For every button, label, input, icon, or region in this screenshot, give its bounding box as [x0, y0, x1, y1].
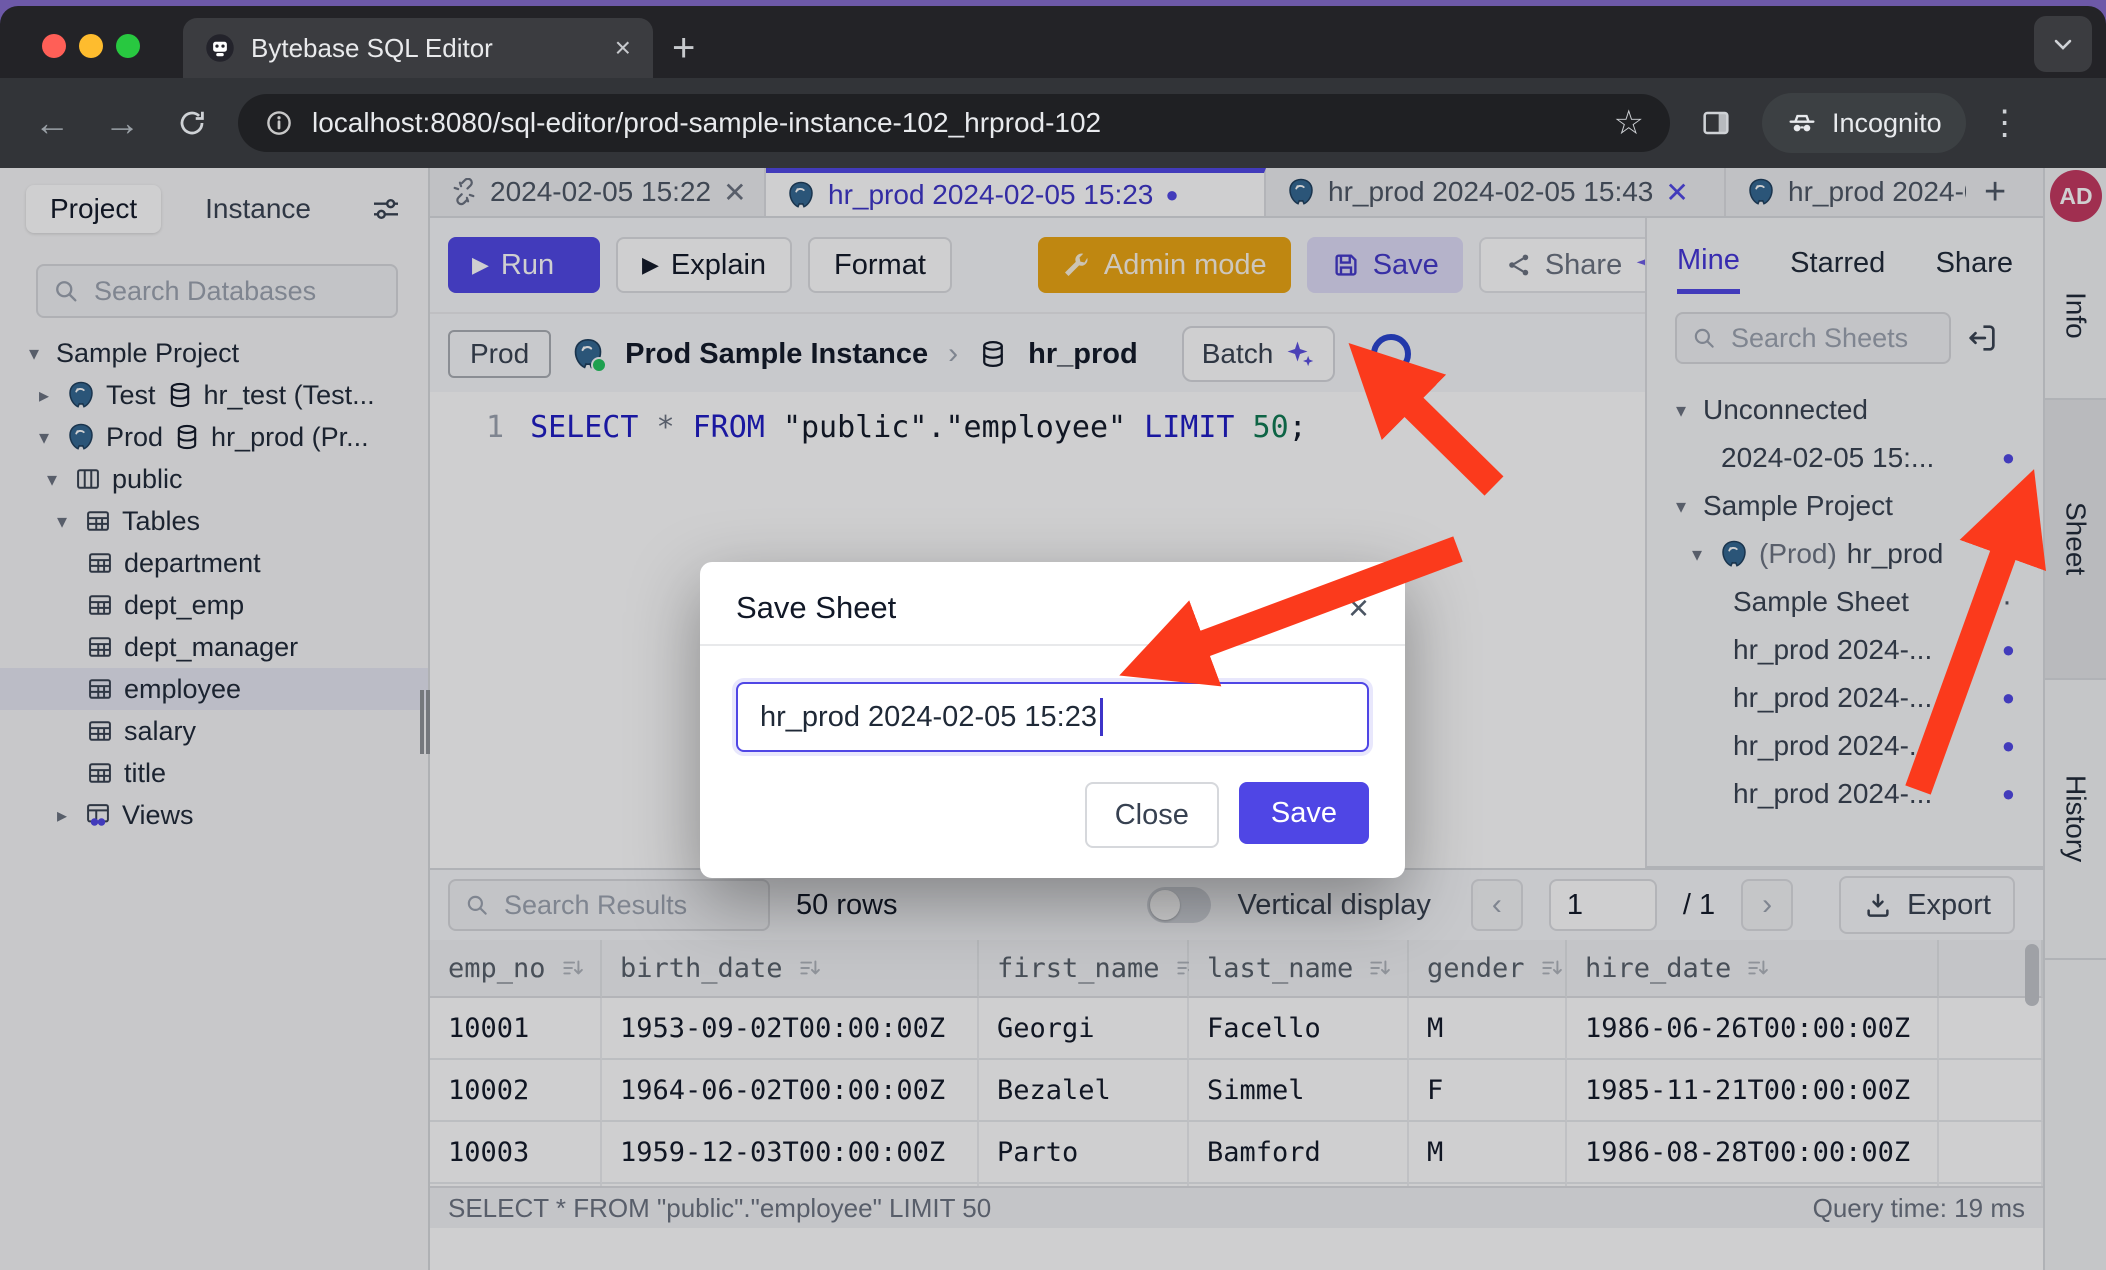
- dialog-close-button[interactable]: Close: [1085, 782, 1219, 848]
- browser-tab[interactable]: Bytebase SQL Editor ×: [183, 18, 653, 78]
- sheet-name-input[interactable]: [736, 682, 1369, 752]
- bytebase-favicon-icon: [205, 33, 235, 63]
- browser-tabstrip: Bytebase SQL Editor × +: [0, 6, 2106, 78]
- traffic-minimize-button[interactable]: [79, 34, 103, 58]
- dialog-close-icon[interactable]: ×: [1348, 593, 1369, 623]
- bytebase-app: Project Instance ▾ Sample Project ▸ Test: [0, 168, 2106, 1270]
- screen: Bytebase SQL Editor × + ← → localhost:80…: [0, 0, 2106, 1270]
- new-browser-tab-button[interactable]: +: [672, 28, 695, 68]
- text-caret: [1100, 698, 1103, 736]
- forward-button[interactable]: →: [104, 102, 140, 144]
- url-text: localhost:8080/sql-editor/prod-sample-in…: [312, 107, 1101, 139]
- traffic-close-button[interactable]: [42, 34, 66, 58]
- incognito-badge: Incognito: [1762, 93, 1966, 153]
- save-sheet-dialog: Save Sheet × Close Save: [700, 562, 1405, 878]
- reload-button[interactable]: [176, 107, 208, 139]
- site-info-icon[interactable]: [264, 108, 294, 138]
- side-panel-icon[interactable]: [1700, 107, 1732, 139]
- browser-navbar: ← → localhost:8080/sql-editor/prod-sampl…: [0, 78, 2106, 168]
- incognito-label: Incognito: [1832, 108, 1942, 139]
- chevron-down-icon: [2049, 30, 2077, 58]
- browser-menu-icon[interactable]: ⋮: [1988, 103, 2022, 143]
- dialog-save-button[interactable]: Save: [1239, 782, 1369, 844]
- browser-chrome: Bytebase SQL Editor × + ← → localhost:80…: [0, 0, 2106, 168]
- bookmark-star-icon[interactable]: ☆: [1614, 103, 1644, 143]
- close-tab-icon[interactable]: ×: [615, 32, 631, 64]
- dialog-header: Save Sheet ×: [700, 562, 1405, 644]
- dialog-title: Save Sheet: [736, 590, 896, 626]
- back-button[interactable]: ←: [34, 102, 70, 144]
- incognito-icon: [1786, 107, 1818, 139]
- tab-search-button[interactable]: [2034, 16, 2092, 72]
- url-bar[interactable]: localhost:8080/sql-editor/prod-sample-in…: [238, 94, 1670, 152]
- browser-tab-title: Bytebase SQL Editor: [251, 33, 599, 64]
- traffic-zoom-button[interactable]: [116, 34, 140, 58]
- dialog-footer: Close Save: [1085, 782, 1369, 848]
- dialog-divider: [700, 644, 1405, 646]
